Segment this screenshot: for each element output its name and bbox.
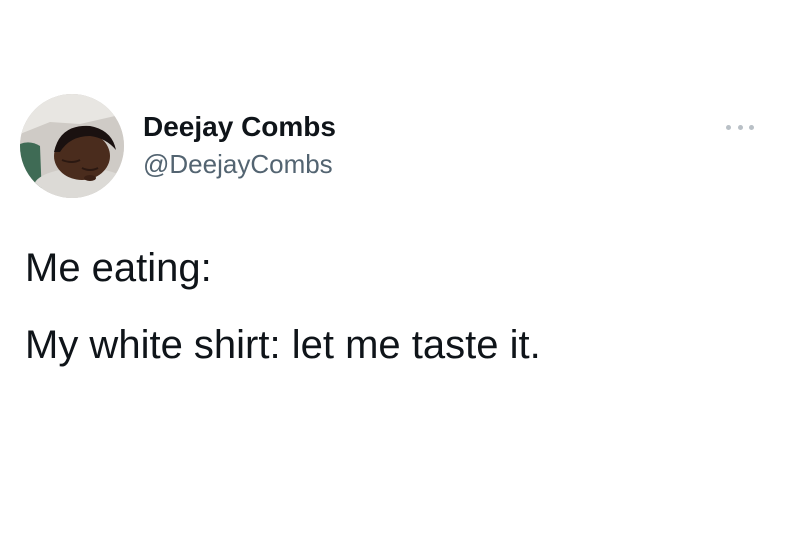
profile-photo-icon bbox=[20, 94, 124, 198]
avatar[interactable] bbox=[20, 94, 124, 198]
tweet-card: Deejay Combs @DeejayCombs Me eating: My … bbox=[0, 0, 795, 540]
more-horizontal-icon bbox=[749, 124, 754, 130]
author-handle[interactable]: @DeejayCombs bbox=[143, 148, 336, 180]
author-info: Deejay Combs @DeejayCombs bbox=[143, 110, 336, 180]
tweet-line: Me eating: bbox=[25, 246, 212, 290]
tweet-line: My white shirt: let me taste it. bbox=[25, 323, 541, 367]
more-options-button[interactable] bbox=[726, 121, 754, 133]
more-horizontal-icon bbox=[737, 124, 743, 130]
tweet-text: Me eating: My white shirt: let me taste … bbox=[25, 243, 541, 397]
more-horizontal-icon bbox=[726, 124, 731, 130]
author-display-name[interactable]: Deejay Combs bbox=[143, 110, 336, 144]
